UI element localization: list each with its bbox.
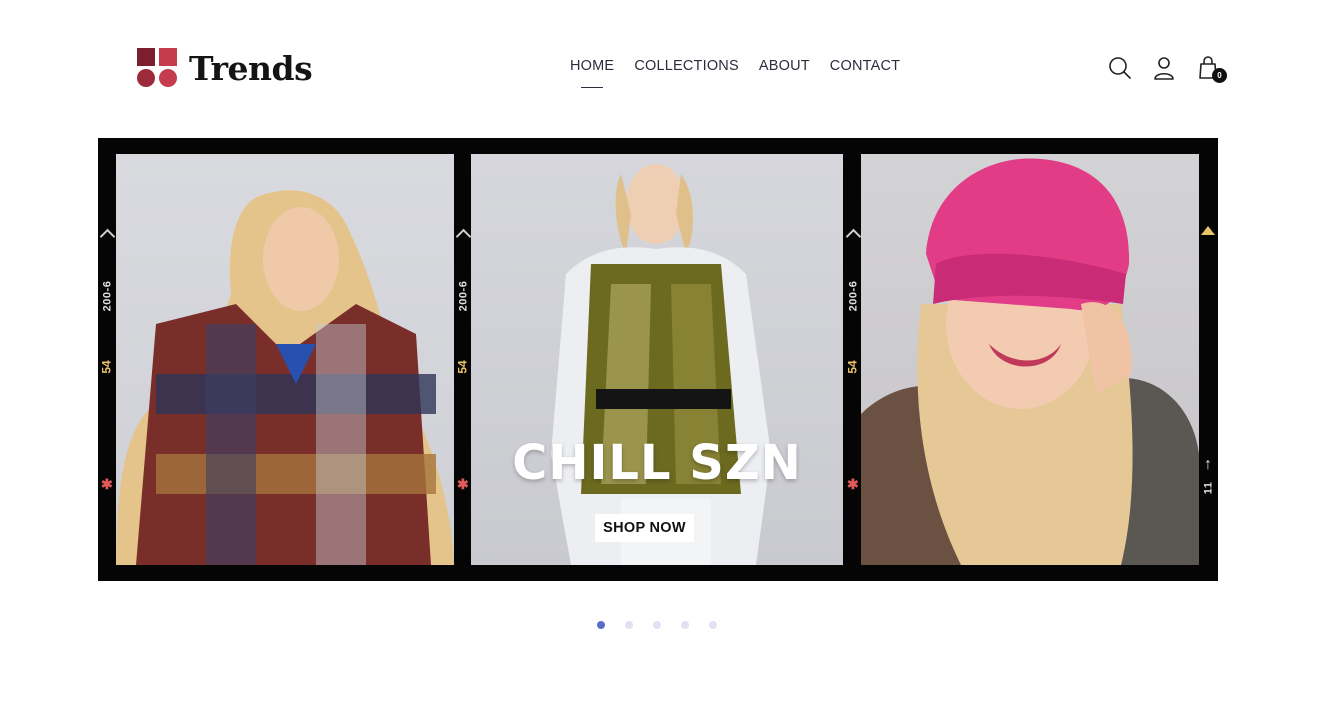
brand-name: Trends [189, 48, 313, 88]
film-triangle-icon [1201, 226, 1215, 235]
hero-banner[interactable]: 200-6 54 ✱ 200-6 54 ✱ 200-6 54 ✱ ↑ 11 CH… [98, 138, 1218, 581]
user-icon[interactable] [1152, 55, 1176, 81]
film-chevron-icon [845, 228, 862, 245]
hero-photo-puffer-vest [471, 154, 843, 565]
search-icon[interactable] [1108, 55, 1132, 81]
film-frame-number: 54 [845, 360, 860, 374]
film-frame-number: 54 [99, 360, 114, 374]
film-arrow-icon: ↑ [1204, 456, 1212, 473]
main-nav: HOME COLLECTIONS ABOUT CONTACT [570, 58, 900, 74]
carousel-dot-1[interactable] [597, 621, 605, 629]
nav-item-collections[interactable]: COLLECTIONS [634, 58, 739, 74]
film-code-label: 200-6 [457, 280, 470, 312]
carousel-dot-3[interactable] [653, 621, 661, 629]
carousel-dot-4[interactable] [681, 621, 689, 629]
nav-item-home[interactable]: HOME [570, 58, 614, 74]
shopping-bag-icon[interactable]: 0 [1196, 55, 1227, 83]
film-frame-number: 54 [455, 360, 470, 374]
film-edge-number: 11 [1202, 481, 1215, 495]
nav-item-about[interactable]: ABOUT [759, 58, 810, 74]
logo-mark-icon [137, 48, 179, 88]
brand-logo[interactable]: Trends [137, 48, 313, 88]
film-star-icon: ✱ [847, 476, 859, 492]
film-chevron-icon [455, 228, 472, 245]
hero-photo-plaid-coat [116, 154, 454, 565]
carousel-dot-2[interactable] [625, 621, 633, 629]
carousel-dot-5[interactable] [709, 621, 717, 629]
film-star-icon: ✱ [457, 476, 469, 492]
site-header: Trends HOME COLLECTIONS ABOUT CONTACT 0 [0, 0, 1330, 130]
nav-item-contact[interactable]: CONTACT [830, 58, 900, 74]
hero-headline: CHILL SZN [512, 435, 802, 491]
cart-count-badge: 0 [1212, 68, 1227, 83]
hero-photo-pink-beanie [861, 154, 1199, 565]
carousel-pagination [597, 621, 717, 629]
shop-now-button[interactable]: SHOP NOW [595, 514, 694, 542]
film-star-icon: ✱ [101, 476, 113, 492]
film-code-label: 200-6 [847, 280, 860, 312]
film-chevron-icon [99, 228, 116, 245]
film-code-label: 200-6 [101, 280, 114, 312]
header-icons: 0 [1108, 55, 1227, 83]
